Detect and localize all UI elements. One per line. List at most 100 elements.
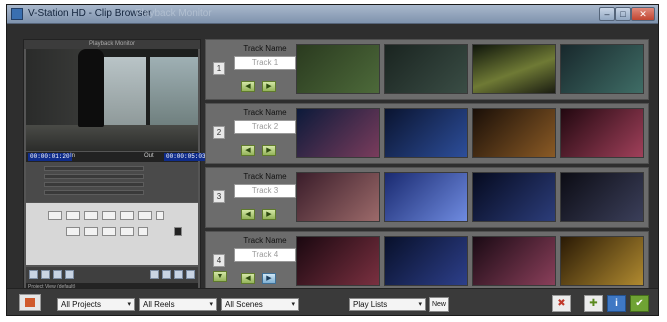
- playlists-dropdown[interactable]: Play Lists ▾: [349, 298, 426, 311]
- clip-thumbnail[interactable]: [296, 108, 380, 158]
- move-left-button[interactable]: ◀: [241, 145, 255, 156]
- bottom-bar: All Projects ▾ All Reels ▾ All Scenes ▾ …: [7, 288, 658, 315]
- timecode-out: 00:00:05:03: [164, 153, 208, 161]
- monitor-title: Playback Monitor: [24, 40, 200, 49]
- track-name-label: Track Name: [243, 236, 287, 245]
- track-number: 2: [213, 126, 225, 139]
- clip-thumbnail[interactable]: [472, 108, 556, 158]
- property-field[interactable]: [44, 182, 144, 187]
- clip-thumbnail[interactable]: [560, 44, 644, 94]
- monitor-toolbar: [26, 267, 198, 283]
- title-bar: V-Station HD - Clip Browser Playback Mon…: [7, 5, 658, 24]
- mark-button[interactable]: [66, 227, 80, 236]
- clip-thumbnail[interactable]: [560, 108, 644, 158]
- clip-thumbnail[interactable]: [296, 172, 380, 222]
- move-right-button[interactable]: ▶: [262, 81, 276, 92]
- mark-button[interactable]: [120, 227, 134, 236]
- film-icon[interactable]: [19, 294, 41, 311]
- video-person: [78, 49, 104, 127]
- projects-dropdown[interactable]: All Projects ▾: [57, 298, 135, 311]
- mark-button[interactable]: [138, 227, 148, 236]
- track-number: 3: [213, 190, 225, 203]
- track-row-4: 4 Track Name Track 4 ◀ ▶: [205, 231, 649, 292]
- clip-thumbnail[interactable]: [560, 172, 644, 222]
- playback-video[interactable]: [26, 49, 198, 151]
- chevron-down-icon: ▾: [291, 301, 295, 308]
- move-right-button[interactable]: ▶: [262, 273, 276, 284]
- video-floor: [26, 125, 198, 151]
- transport-button[interactable]: [48, 211, 62, 220]
- property-field[interactable]: [44, 166, 144, 171]
- move-right-button[interactable]: ▶: [262, 145, 276, 156]
- app-icon: [11, 8, 23, 20]
- transport-button[interactable]: [66, 211, 80, 220]
- clip-thumbnail[interactable]: [472, 44, 556, 94]
- mark-button[interactable]: [102, 227, 116, 236]
- transport-button[interactable]: [156, 211, 164, 220]
- tool-icon[interactable]: [41, 270, 50, 279]
- track-row-2: 2 Track Name Track 2 ◀ ▶: [205, 103, 649, 164]
- tool-icon[interactable]: [150, 270, 159, 279]
- transport-button[interactable]: [102, 211, 116, 220]
- clip-thumbnail[interactable]: [384, 108, 468, 158]
- track-name-input[interactable]: Track 4: [234, 248, 296, 262]
- minimize-button[interactable]: –: [599, 7, 615, 21]
- in-tag: In: [70, 153, 76, 159]
- clip-thumbnail[interactable]: [384, 172, 468, 222]
- record-icon[interactable]: [174, 227, 182, 236]
- playback-monitor-panel: Playback Monitor 00:00:01:20 In Out 00:0…: [23, 39, 208, 292]
- tool-icon[interactable]: [53, 270, 62, 279]
- clip-thumbnail[interactable]: [472, 172, 556, 222]
- timecode-bar: 00:00:01:20 In Out 00:00:05:03: [26, 152, 208, 162]
- window-title: V-Station HD - Clip Browser: [28, 8, 152, 19]
- close-button[interactable]: ✕: [631, 7, 655, 21]
- move-right-button[interactable]: ▶: [262, 209, 276, 220]
- property-field[interactable]: [44, 190, 144, 195]
- track-name-label: Track Name: [243, 172, 287, 181]
- new-playlist-button[interactable]: New: [429, 297, 449, 312]
- property-field[interactable]: [44, 174, 144, 179]
- track-name-input[interactable]: Track 1: [234, 56, 296, 70]
- move-left-button[interactable]: ◀: [241, 81, 255, 92]
- confirm-icon[interactable]: ✔: [630, 295, 649, 312]
- tool-icon[interactable]: [162, 270, 171, 279]
- clip-thumbnail[interactable]: [560, 236, 644, 286]
- clip-thumbnail[interactable]: [296, 236, 380, 286]
- move-left-button[interactable]: ◀: [241, 209, 255, 220]
- projects-dropdown-value: All Projects: [61, 300, 102, 309]
- mark-button[interactable]: [84, 227, 98, 236]
- track-name-label: Track Name: [243, 108, 287, 117]
- clip-browser-window: V-Station HD - Clip Browser Playback Mon…: [6, 4, 659, 316]
- transport-button[interactable]: [138, 211, 152, 220]
- delete-icon[interactable]: ✖: [552, 295, 571, 312]
- move-left-button[interactable]: ◀: [241, 273, 255, 284]
- track-row-3: 3 Track Name Track 3 ◀ ▶: [205, 167, 649, 228]
- clip-thumbnail[interactable]: [384, 236, 468, 286]
- track-number: 4: [213, 254, 225, 267]
- reels-dropdown-value: All Reels: [143, 300, 175, 309]
- out-tag: Out: [144, 153, 154, 159]
- transport-button[interactable]: [120, 211, 134, 220]
- reels-dropdown[interactable]: All Reels ▾: [139, 298, 217, 311]
- video-window-right: [150, 57, 198, 125]
- clip-thumbnail[interactable]: [296, 44, 380, 94]
- tool-icon[interactable]: [174, 270, 183, 279]
- track-name-input[interactable]: Track 2: [234, 120, 296, 134]
- clip-thumbnail[interactable]: [384, 44, 468, 94]
- transport-button[interactable]: [84, 211, 98, 220]
- track-row-1: 1 Track Name Track 1 ◀ ▶: [205, 39, 649, 100]
- tool-icon[interactable]: [186, 270, 195, 279]
- tool-icon[interactable]: [65, 270, 74, 279]
- maximize-button[interactable]: □: [615, 7, 631, 21]
- scenes-dropdown[interactable]: All Scenes ▾: [221, 298, 299, 311]
- ghost-window-title: Playback Monitor: [135, 8, 212, 19]
- info-icon[interactable]: i: [607, 295, 626, 312]
- scroll-down-button[interactable]: ▼: [213, 271, 227, 282]
- transport-controls: [26, 203, 198, 265]
- track-number: 1: [213, 62, 225, 75]
- add-icon[interactable]: ✚: [584, 295, 603, 312]
- tool-icon[interactable]: [29, 270, 38, 279]
- clip-thumbnail[interactable]: [472, 236, 556, 286]
- chevron-down-icon: ▾: [418, 301, 422, 308]
- track-name-input[interactable]: Track 3: [234, 184, 296, 198]
